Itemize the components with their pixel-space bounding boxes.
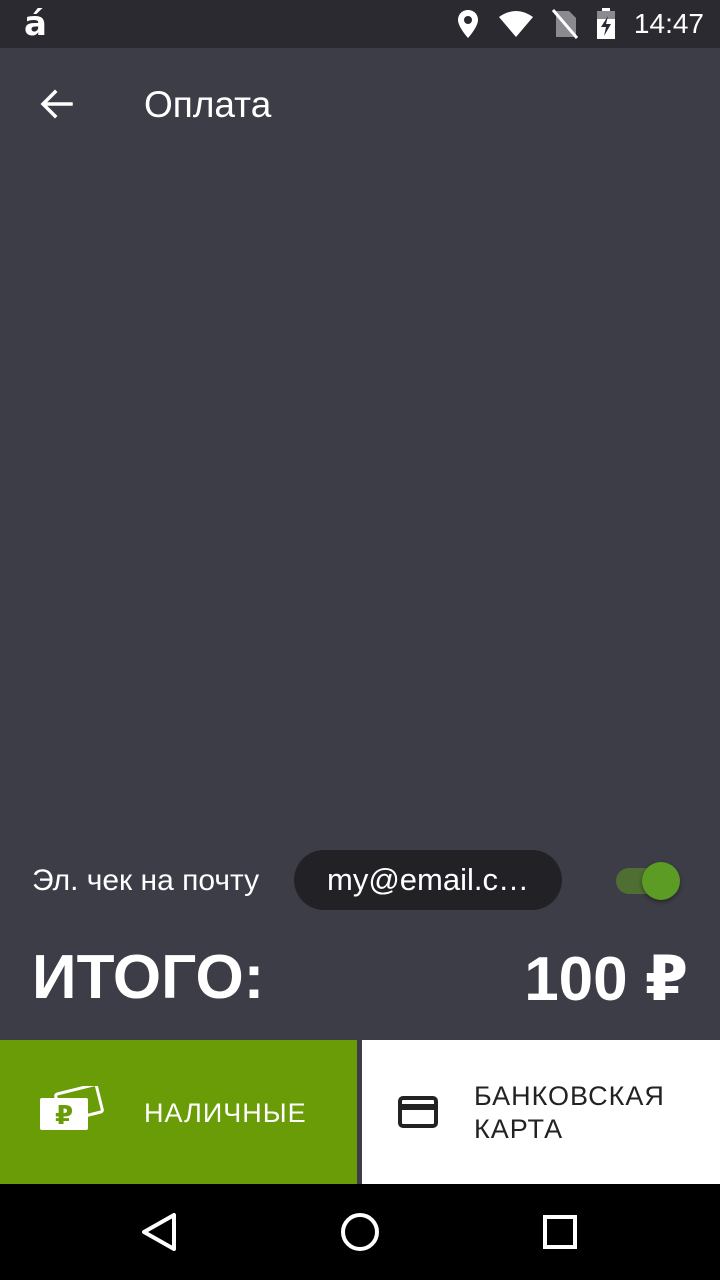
home-circle-icon	[336, 1213, 384, 1260]
email-receipt-row: Эл. чек на почту my@email.c…	[0, 850, 720, 910]
recents-square-icon	[536, 1215, 584, 1260]
system-nav-bar	[0, 1184, 720, 1280]
status-time: 14:47	[633, 8, 704, 39]
location-icon	[456, 9, 480, 39]
arrow-left-icon	[38, 86, 74, 127]
email-receipt-toggle[interactable]	[614, 860, 684, 900]
pay-card-button[interactable]: БАНКОВСКАЯ КАРТА	[362, 1040, 720, 1184]
credit-card-icon	[398, 1096, 438, 1133]
app-bar: Оплата	[0, 48, 720, 160]
status-icons: 14:47	[456, 0, 704, 48]
no-sim-icon	[551, 9, 578, 39]
card-label-line2: КАРТА	[474, 1114, 564, 1144]
pay-cash-button[interactable]: ₽ НАЛИЧНЫЕ	[0, 1040, 357, 1184]
page-title: Оплата	[144, 84, 272, 125]
cash-ruble-icon: ₽	[38, 1083, 104, 1137]
svg-text:₽: ₽	[55, 1101, 73, 1131]
card-label: БАНКОВСКАЯ КАРТА	[474, 1080, 704, 1146]
cash-label: НАЛИЧНЫЕ	[144, 1098, 307, 1128]
back-button[interactable]	[28, 78, 84, 134]
nav-home-button[interactable]	[336, 1208, 384, 1256]
nav-back-button[interactable]	[136, 1208, 184, 1256]
toggle-thumb	[642, 862, 680, 900]
app-notification-icon: á	[24, 4, 47, 44]
battery-charging-icon	[596, 8, 616, 40]
total-amount: 100 ₽	[524, 945, 688, 1014]
email-field[interactable]: my@email.c…	[294, 850, 562, 910]
total-label: ИТОГО:	[32, 943, 265, 1012]
nav-recents-button[interactable]	[536, 1208, 584, 1256]
status-bar: á 14:47	[0, 0, 720, 48]
card-label-line1: БАНКОВСКАЯ	[474, 1081, 665, 1111]
back-triangle-icon	[136, 1213, 184, 1260]
wifi-icon	[498, 10, 534, 38]
email-receipt-label: Эл. чек на почту	[32, 864, 260, 897]
